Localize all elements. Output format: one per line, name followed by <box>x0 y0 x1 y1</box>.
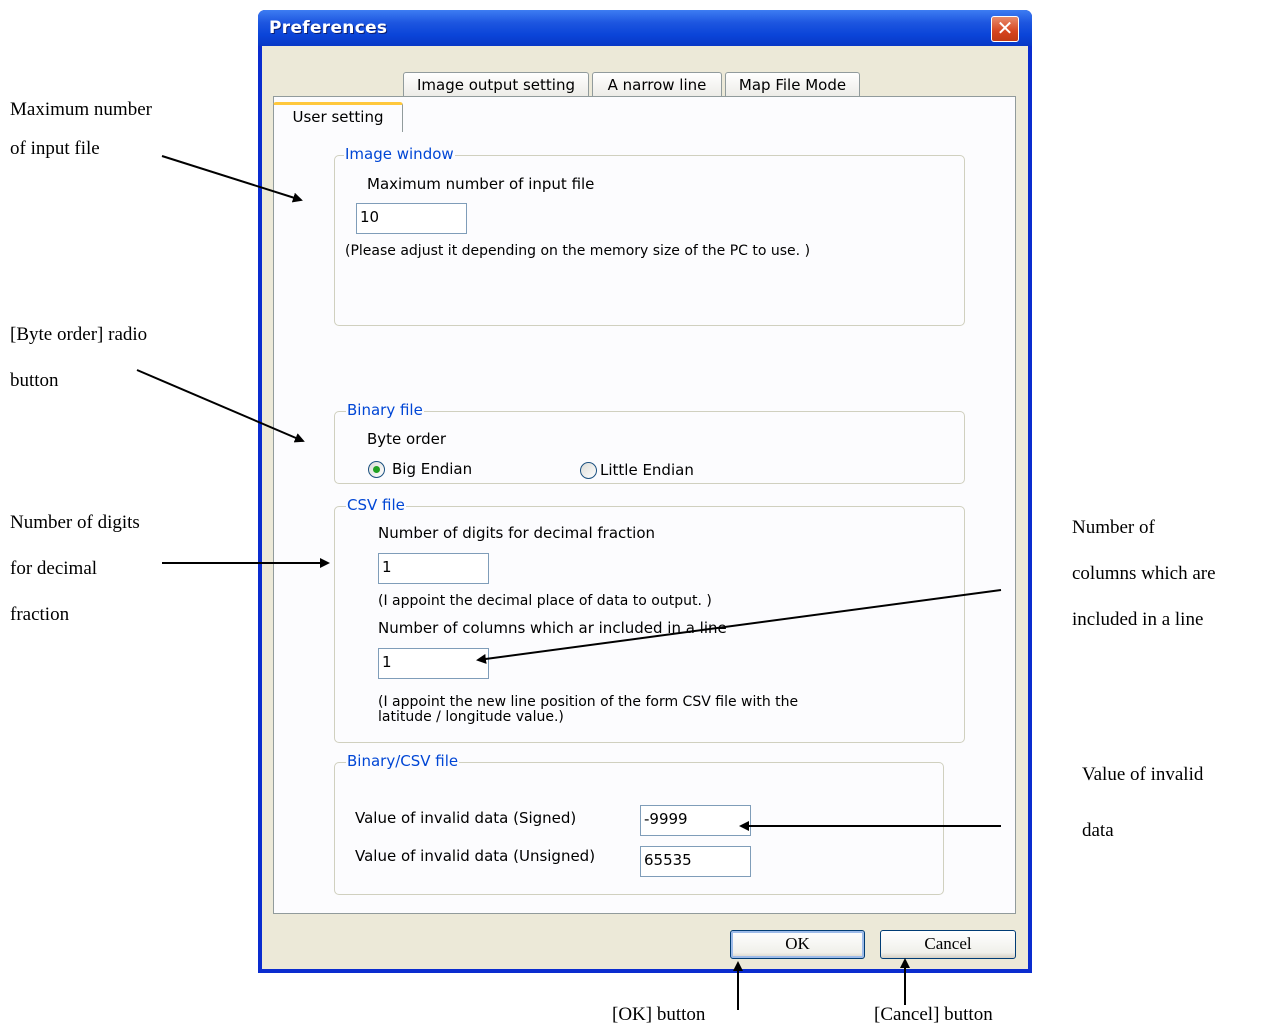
annotation-arrows <box>136 155 1002 1010</box>
arrow-max-input <box>161 155 303 203</box>
arrow-byte-order <box>136 369 305 443</box>
arrow-columns <box>476 589 1002 664</box>
tab-user-setting[interactable]: User setting <box>273 102 403 132</box>
